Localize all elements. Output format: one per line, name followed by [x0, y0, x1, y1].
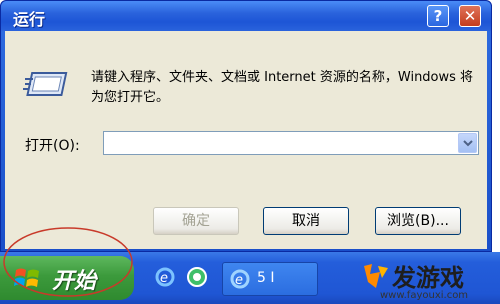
run-icon — [23, 72, 68, 96]
window-title: 运行 — [13, 10, 46, 29]
watermark-url: www.fayouxi.com — [380, 290, 469, 301]
annotation-circle — [3, 227, 133, 297]
taskbar-window-button[interactable]: e 5 I — [222, 262, 318, 296]
internet-explorer-icon[interactable]: e — [154, 266, 176, 288]
svg-text:e: e — [235, 273, 243, 288]
show-desktop-icon[interactable] — [186, 266, 208, 288]
svg-text:e: e — [160, 271, 168, 286]
ok-button[interactable]: 确定 — [153, 207, 239, 235]
run-dialog: 运行 ? ✕ 请键入程序、文件夹、文档或 Internet 资源的名称，Wind… — [0, 0, 492, 252]
help-button[interactable]: ? — [427, 5, 449, 27]
taskbar-window-label: 5 I — [257, 270, 275, 286]
dropdown-button[interactable] — [458, 133, 477, 153]
open-label: 打开(O): — [25, 138, 80, 154]
close-button[interactable]: ✕ — [459, 5, 481, 27]
dialog-client-area: 请键入程序、文件夹、文档或 Internet 资源的名称，Windows 将为您… — [5, 31, 487, 249]
chevron-down-icon — [463, 140, 473, 147]
open-combobox[interactable] — [103, 131, 479, 155]
watermark-logo-icon — [364, 264, 388, 288]
internet-explorer-icon: e — [230, 269, 250, 289]
watermark-text: 发游戏 — [392, 264, 464, 292]
cancel-button[interactable]: 取消 — [263, 207, 349, 235]
dialog-description: 请键入程序、文件夹、文档或 Internet 资源的名称，Windows 将为您… — [91, 70, 474, 105]
title-bar[interactable]: 运行 ? ✕ — [1, 1, 491, 31]
browse-button[interactable]: 浏览(B)... — [375, 207, 461, 235]
